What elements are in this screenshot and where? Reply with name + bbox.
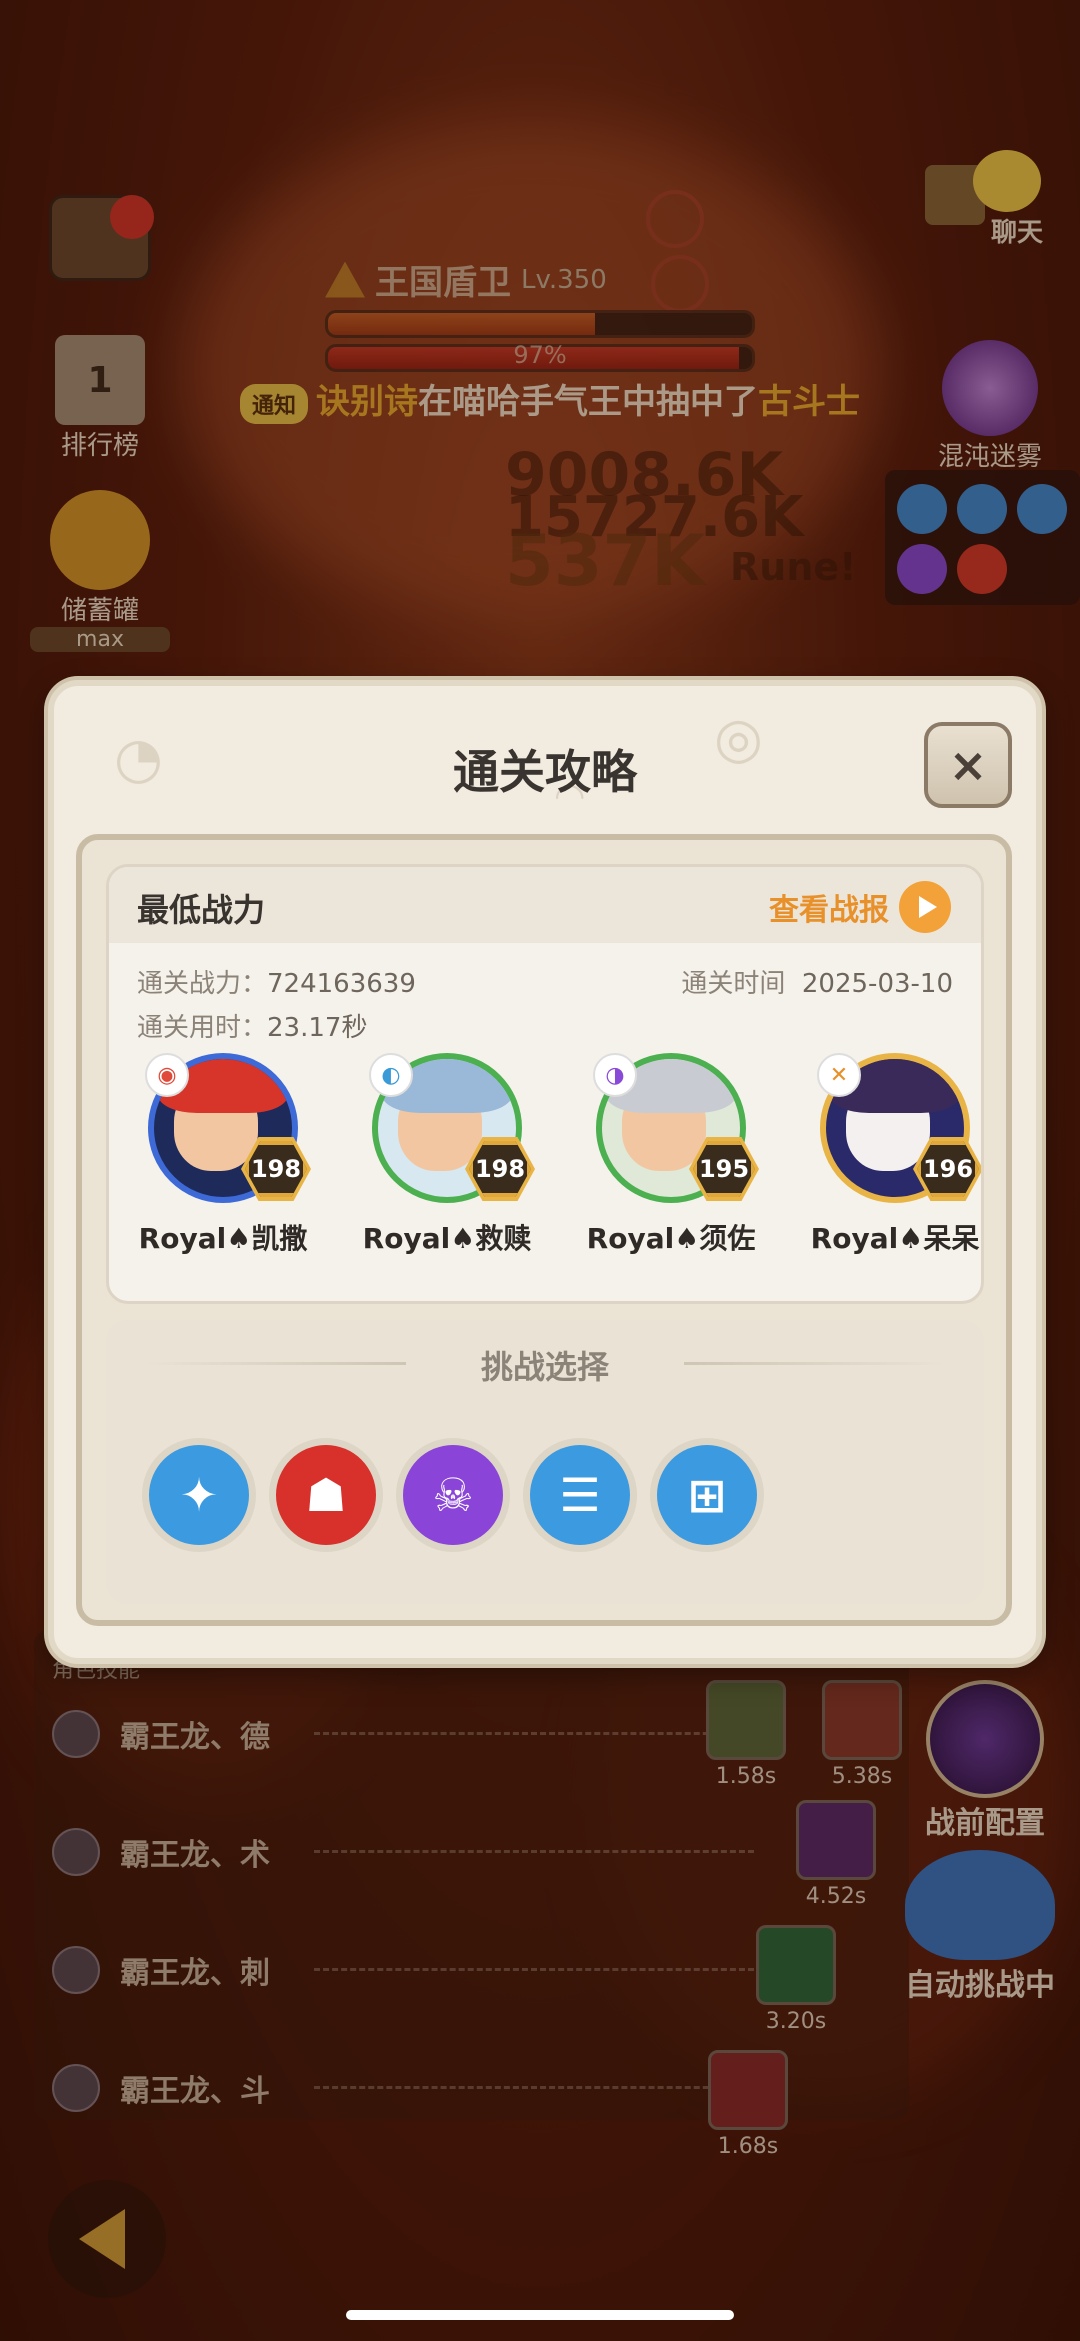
view-report-label: 查看战报 <box>769 893 889 928</box>
blue-rune-icon[interactable]: ⊞ <box>650 1438 764 1552</box>
play-icon <box>899 881 951 933</box>
fire-element-icon: ◉ <box>145 1053 189 1097</box>
sword-element-icon: ✕ <box>817 1053 861 1097</box>
clear-time: 通关用时：23.17秒 <box>137 1007 367 1044</box>
close-icon: × <box>948 738 988 792</box>
clear-date: 通关时间 2025-03-10 <box>681 963 953 1000</box>
purple-skull-icon[interactable]: ☠ <box>396 1438 510 1552</box>
date-value: 2025-03-10 <box>801 969 953 999</box>
wind-element-icon: ◐ <box>369 1053 413 1097</box>
dialog-title: 通关攻略 <box>453 745 637 799</box>
card-header: 最低战力 查看战报 <box>109 867 981 943</box>
dialog-body: 最低战力 查看战报 通关战力：724163639 通关时间 2025-03-10… <box>76 834 1012 1626</box>
view-report-button[interactable]: 查看战报 <box>769 881 951 933</box>
blue-scroll-icon[interactable]: ☰ <box>523 1438 637 1552</box>
hero-name: Royal♠呆呆 <box>810 1222 980 1255</box>
date-label: 通关时间 <box>681 969 786 999</box>
hero-name: Royal♠救赎 <box>362 1222 532 1255</box>
lowest-power-card: 最低战力 查看战报 通关战力：724163639 通关时间 2025-03-10… <box>106 864 984 1304</box>
time-value: 23.17秒 <box>267 1013 368 1043</box>
hero-card[interactable]: ◑ 195 Royal♠须佐 <box>571 1053 771 1257</box>
hero-card[interactable]: ◐ 198 Royal♠救赎 <box>347 1053 547 1257</box>
challenge-title: 挑战选择 <box>480 1348 609 1386</box>
clear-power: 通关战力：724163639 <box>137 963 416 1000</box>
hero-name: Royal♠凯撒 <box>138 1222 308 1255</box>
hero-card[interactable]: ◉ 198 Royal♠凯撒 <box>123 1053 323 1257</box>
dark-element-icon: ◑ <box>593 1053 637 1097</box>
power-label: 通关战力： <box>137 969 268 999</box>
card-title: 最低战力 <box>137 891 266 929</box>
close-button[interactable]: × <box>924 722 1012 808</box>
home-indicator[interactable] <box>346 2310 734 2320</box>
power-value: 724163639 <box>267 969 416 999</box>
time-label: 通关用时： <box>137 1013 268 1043</box>
red-demon-icon[interactable]: ☗ <box>269 1438 383 1552</box>
hero-card[interactable]: ✕ 196 Royal♠呆呆 <box>795 1053 981 1257</box>
star-badge-icon[interactable]: ✦ <box>142 1438 256 1552</box>
clear-strategy-dialog: ◔ ◎ ◠ 通关攻略 × 最低战力 查看战报 通关战力：724163639 通关… <box>48 680 1042 1664</box>
hero-name: Royal♠须佐 <box>586 1222 756 1255</box>
challenge-selection: 挑战选择 ✦ ☗ ☠ ☰ ⊞ <box>106 1320 984 1604</box>
